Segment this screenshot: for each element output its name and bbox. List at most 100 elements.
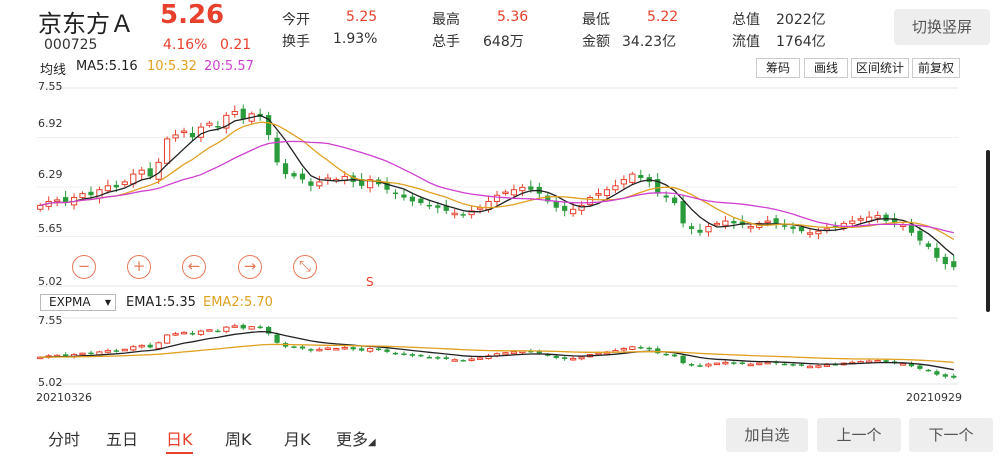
candle-up xyxy=(705,226,712,233)
switch-portrait-button[interactable]: 切换竖屏 xyxy=(894,9,990,45)
shrink-icon[interactable]: ⤡ xyxy=(293,255,317,279)
zoom-out-icon[interactable]: − xyxy=(72,255,96,279)
candle-up xyxy=(705,363,712,367)
candle-down xyxy=(942,256,948,265)
candlestick-chart[interactable]: 7.55 6.92 6.29 5.65 5.02 xyxy=(0,78,1000,292)
scrollbar[interactable] xyxy=(986,150,990,312)
draw-line-button[interactable]: 画线 xyxy=(804,58,848,78)
tab-more[interactable]: 更多◢ xyxy=(336,426,376,450)
tab-weekly-k[interactable]: 周K xyxy=(225,426,252,450)
candle-up xyxy=(163,138,171,164)
stat-label-mktcap: 总值 xyxy=(732,12,760,28)
candle-down xyxy=(418,198,424,204)
candle-down xyxy=(291,173,297,177)
candle-up xyxy=(172,333,179,336)
tab-more-label: 更多 xyxy=(336,430,369,449)
candle-up xyxy=(223,326,230,332)
chips-button[interactable]: 筹码 xyxy=(756,58,800,78)
tab-five-day[interactable]: 五日 xyxy=(106,426,138,450)
candle-down xyxy=(697,365,703,367)
tab-monthly-k[interactable]: 月K xyxy=(284,426,311,450)
candle-down xyxy=(147,344,153,348)
candle-up xyxy=(104,185,112,192)
candle-down xyxy=(240,324,246,329)
candle-up xyxy=(620,179,628,185)
add-watchlist-button[interactable]: 加自选 xyxy=(726,418,808,452)
candle-up xyxy=(806,232,814,235)
candle-down xyxy=(925,243,932,247)
candle-down xyxy=(308,349,314,351)
previous-button[interactable]: 上一个 xyxy=(817,418,901,452)
tab-intraday[interactable]: 分时 xyxy=(48,426,80,450)
candle-up xyxy=(764,220,771,224)
candle-down xyxy=(688,364,695,366)
candle-up xyxy=(248,326,255,330)
candle-down xyxy=(646,347,652,350)
range-stats-button[interactable]: 区间统计 xyxy=(851,58,909,78)
stat-label-amount: 金额 xyxy=(582,34,610,50)
quote-header: 京东方Ａ 5.26 000725 4.16% 0.21 今开 5.25 最高 5… xyxy=(0,0,1000,58)
stat-value-open: 5.25 xyxy=(346,9,378,25)
zoom-in-icon[interactable]: + xyxy=(127,255,151,279)
stat-value-high: 5.36 xyxy=(497,9,529,25)
candle-down xyxy=(917,365,923,369)
candle-up xyxy=(197,330,205,335)
candle-down xyxy=(418,354,424,357)
ma20-value: 20:5.57 xyxy=(204,59,254,74)
ma10-value: 10:5.32 xyxy=(147,59,197,74)
forward-adjust-button[interactable]: 前复权 xyxy=(912,58,960,78)
candle-up xyxy=(180,130,188,134)
candle-down xyxy=(638,175,644,178)
candle-down xyxy=(773,218,779,224)
axis-label: 5.65 xyxy=(38,222,63,235)
candle-up xyxy=(476,357,484,360)
candle-down xyxy=(781,225,788,227)
ema2-value: EMA2:5.70 xyxy=(203,295,273,310)
stat-label-float: 流值 xyxy=(732,34,760,50)
candle-up xyxy=(747,363,754,367)
stat-label-turnover: 换手 xyxy=(282,34,310,50)
candle-down xyxy=(460,360,466,362)
axis-label: 5.02 xyxy=(38,376,63,389)
arrow-left-icon[interactable]: ← xyxy=(182,255,206,279)
candle-down xyxy=(925,369,932,372)
candle-down xyxy=(88,191,94,196)
candle-up xyxy=(595,193,602,196)
candle-up xyxy=(155,342,162,349)
candle-down xyxy=(934,371,940,375)
candle-down xyxy=(528,186,534,190)
candle-up xyxy=(578,356,585,360)
candle-up xyxy=(54,199,61,202)
candle-up xyxy=(451,212,458,216)
ma5-value: MA5:5.16 xyxy=(76,59,138,74)
candle-down xyxy=(392,352,399,355)
indicator-select[interactable]: EXPMA ▼ xyxy=(40,294,116,311)
expma-chart[interactable]: 7.55 5.02 xyxy=(0,312,1000,390)
candle-down xyxy=(443,357,449,359)
candle-up xyxy=(121,181,128,186)
candle-down xyxy=(688,226,695,229)
candle-up xyxy=(857,218,864,221)
sell-marker: S xyxy=(366,275,374,289)
candle-up xyxy=(138,344,145,348)
dropdown-icon: ▼ xyxy=(104,298,111,307)
ma-label: 均线 xyxy=(40,63,67,78)
tab-daily-k[interactable]: 日K xyxy=(166,426,193,454)
candle-down xyxy=(883,214,889,222)
axis-label: 7.55 xyxy=(38,314,63,327)
candle-down xyxy=(147,168,153,177)
indicator-select-value: EXPMA xyxy=(49,295,91,309)
candle-up xyxy=(510,351,518,355)
candle-up xyxy=(130,346,137,351)
next-button[interactable]: 下一个 xyxy=(909,418,993,452)
candle-up xyxy=(815,365,822,368)
candle-down xyxy=(934,247,940,258)
end-date: 20210929 xyxy=(906,391,962,404)
candle-up xyxy=(713,222,721,226)
candle-up xyxy=(79,193,86,199)
candle-down xyxy=(401,353,407,356)
candle-up xyxy=(722,361,729,365)
candle-up xyxy=(180,331,188,335)
candle-up xyxy=(620,348,628,351)
arrow-right-icon[interactable]: → xyxy=(238,255,262,279)
